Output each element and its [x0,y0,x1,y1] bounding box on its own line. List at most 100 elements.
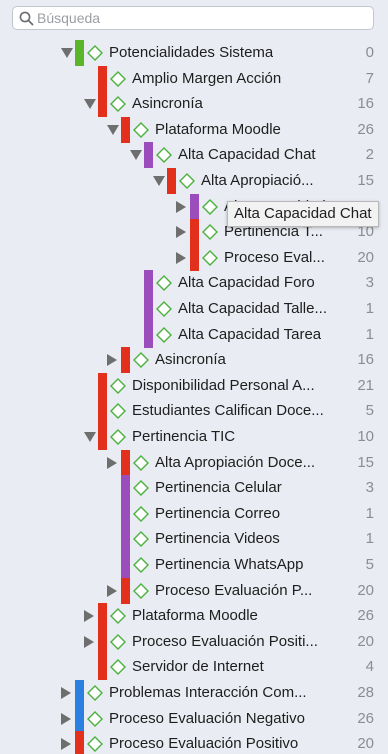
code-color-bar [121,577,130,604]
tree-row-count: 3 [365,479,374,497]
disclosure-closed-icon[interactable] [61,687,71,699]
search-input[interactable] [37,9,367,27]
disclosure-closed-icon[interactable] [107,584,117,597]
disclosure-closed-icon[interactable] [176,226,186,239]
diamond-code-icon [87,736,103,753]
disclosure-closed-icon[interactable] [176,200,186,213]
code-color-bar [75,731,84,754]
tree-row-label: Proceso Evaluación Positivo [109,735,299,753]
disclosure-closed-icon[interactable] [176,251,186,264]
tree-row-label: Pertinencia TIC [132,428,236,445]
disclosure-closed-icon[interactable] [107,354,117,367]
code-color-bar [121,526,130,553]
tree-row[interactable]: Alta Capacidad Foro 3 [0,270,388,297]
tree-row[interactable]: Alta Apropiación Doce... 15 [0,449,388,476]
tree-row[interactable]: Alta Capacidad Talle... 1 [0,296,388,322]
tree-row[interactable]: Pertinencia WhatsApp 5 [0,552,388,578]
tree-row-label: Alta Capacidad Foro [178,274,315,292]
tree-row[interactable]: Pertinencia Correo 1 [0,500,388,527]
tree-row[interactable]: Proceso Evaluación P... 20 [0,577,388,604]
tree-row[interactable]: Alta Capacidad Tarea 1 [0,321,388,348]
tree-row-label: Pertinencia Correo [155,504,281,522]
tree-row[interactable]: Problemas Interacción Com... 28 [0,680,388,706]
disclosure-closed-icon[interactable] [107,456,117,469]
diamond-code-icon [202,249,218,266]
diamond-code-icon [87,45,103,61]
tree-row[interactable]: Proceso Evaluación Positivo 20 [0,731,388,754]
diamond-code-icon [133,531,149,548]
tree-row-label: Alta Apropiació... [201,172,314,189]
tree-row-count: 1 [365,325,374,343]
diamond-code-icon [202,198,218,215]
disclosure-open-icon[interactable] [84,99,96,110]
tree-row-count: 5 [365,402,374,420]
tree-row[interactable]: Estudiantes Califican Doce... 5 [0,398,388,425]
diamond-code-icon [179,173,195,189]
tree-row[interactable]: Disponibilidad Personal A... 21 [0,372,388,399]
tree-row-label: Proceso Evaluación P... [155,581,313,599]
tree-row-label: Asincronía [155,351,226,369]
tree-row[interactable]: Pertinencia Celular 3 [0,475,388,502]
disclosure-open-icon[interactable] [61,48,73,58]
diamond-code-icon [133,582,149,599]
tree-row-label: Proceso Evaluación Positi... [132,632,318,650]
tree-row[interactable]: Servidor de Internet 4 [0,654,388,681]
disclosure-open-icon[interactable] [84,432,96,442]
diamond-code-icon [87,710,103,727]
tree-row[interactable]: Asincronía 16 [0,91,388,118]
diamond-code-icon [133,352,149,369]
code-color-bar [190,219,199,246]
disclosure-closed-icon[interactable] [61,738,71,751]
search-field[interactable] [12,6,374,30]
tree-row-label: Potencialidades Sistema [109,44,274,61]
tree-row-count: 28 [357,684,374,701]
tree-row-label: Plataforma Moodle [155,120,281,138]
disclosure-open-icon[interactable] [153,176,165,186]
code-color-bar [75,680,84,706]
code-color-bar [75,40,84,66]
tree-row-count: 1 [365,530,374,548]
tree-row[interactable]: Plataforma Moodle 26 [0,603,388,630]
code-color-bar [98,424,107,450]
code-color-bar [98,91,107,118]
tree-row[interactable]: Pertinencia Videos 1 [0,526,388,553]
tree-row[interactable]: Asincronía 16 [0,347,388,374]
tree-row-label: Proceso Evaluación Negativo [109,709,305,727]
tree-row-label: Alta Capacidad Chat [178,146,316,164]
tree-row[interactable]: Potencialidades Sistema 0 [0,40,388,66]
tree-row-count: 16 [357,351,374,369]
disclosure-closed-icon[interactable] [84,610,94,623]
code-color-bar [190,244,199,271]
tree-row[interactable]: Alta Apropiació... 15 [0,168,388,194]
tree-row-count: 1 [365,504,374,522]
code-color-bar [98,654,107,681]
code-color-bar [121,500,130,527]
disclosure-open-icon[interactable] [107,124,119,135]
diamond-code-icon [133,505,149,522]
code-color-bar [98,628,107,655]
tree-row-count: 20 [357,248,374,266]
diamond-code-icon [133,480,149,497]
tree-row-count: 26 [357,120,374,138]
tree-row-label: Disponibilidad Personal A... [132,376,315,394]
tree-row[interactable]: Alta Capacidad Chat 2 [0,142,388,169]
disclosure-closed-icon[interactable] [84,635,94,648]
tree-row-label: Estudiantes Califican Doce... [132,402,324,420]
tree-row[interactable]: Proceso Evaluación Positi... 20 [0,628,388,655]
code-color-bar [144,296,153,322]
disclosure-closed-icon[interactable] [61,712,71,725]
code-color-bar [121,449,130,476]
tree-row-count: 20 [357,581,374,599]
disclosure-open-icon[interactable] [130,150,142,161]
diamond-code-icon [110,659,126,676]
tree-row[interactable]: Proceso Evaluación Negativo 26 [0,705,388,732]
tree-row[interactable]: Plataforma Moodle 26 [0,116,388,143]
diamond-code-icon [110,70,126,87]
tree-row[interactable]: Amplio Margen Acción 7 [0,65,388,92]
code-color-bar [98,603,107,630]
tree-row[interactable]: Pertinencia TIC 10 [0,424,388,450]
tree-row-label: Pertinencia Videos [155,530,280,548]
code-color-bar [75,705,84,732]
tree-row[interactable]: Proceso Eval... 20 [0,244,388,271]
diamond-code-icon [156,275,172,292]
